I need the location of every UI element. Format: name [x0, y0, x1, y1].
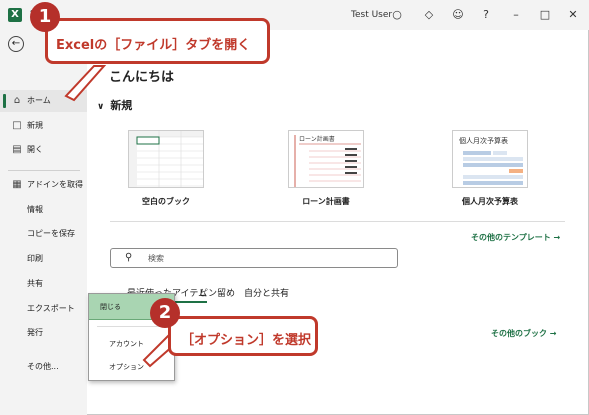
callout-2-text: ［オプション］を選択 — [181, 333, 312, 348]
callout-step-1: Excelの［ファイル］タブを開く — [45, 18, 270, 64]
callout-1-arrow — [64, 65, 107, 102]
step-1-badge: 1 — [30, 2, 60, 32]
step-2-badge: 2 — [150, 298, 180, 328]
callout-step-2: ［オプション］を選択 — [168, 316, 318, 356]
callout-1-text: Excelの［ファイル］タブを開く — [56, 38, 251, 53]
